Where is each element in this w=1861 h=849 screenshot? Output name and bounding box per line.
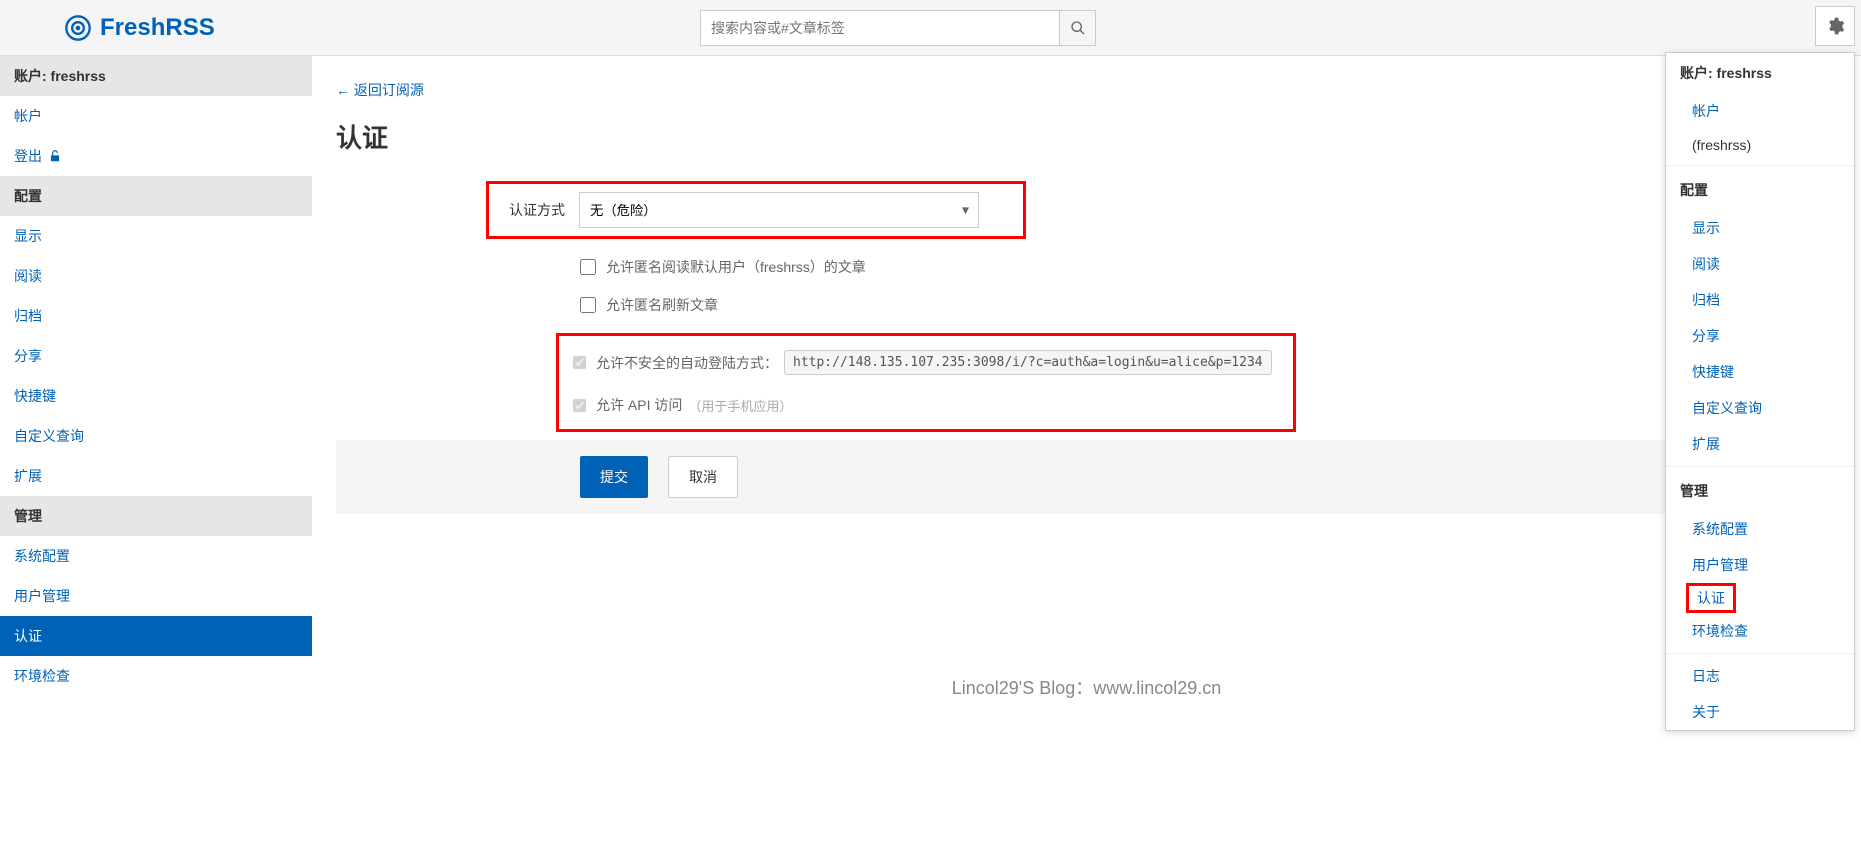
top-bar: FreshRSS: [0, 0, 1861, 56]
settings-dropdown: 账户: freshrss 帐户 (freshrss) 配置 显示 阅读 归档 分…: [1665, 52, 1855, 731]
anon-refresh-label: 允许匿名刷新文章: [606, 295, 718, 315]
dropdown-item-custom-query[interactable]: 自定义查询: [1666, 390, 1854, 426]
sidebar-item-archive[interactable]: 归档: [0, 296, 312, 336]
unsafe-login-url: http://148.135.107.235:3098/i/?c=auth&a=…: [784, 350, 1272, 375]
dropdown-item-extensions[interactable]: 扩展: [1666, 426, 1854, 462]
anon-read-checkbox[interactable]: [580, 259, 596, 275]
sidebar-item-extensions[interactable]: 扩展: [0, 456, 312, 496]
back-link[interactable]: ← 返回订阅源: [336, 80, 424, 100]
sidebar-item-reading[interactable]: 阅读: [0, 256, 312, 296]
dropdown-item-logs[interactable]: 日志: [1666, 658, 1854, 694]
logout-label: 登出: [14, 146, 42, 166]
highlight-auth-method: 认证方式 无（危险） ▾: [486, 181, 1026, 239]
anon-read-row: 允许匿名阅读默认用户（freshrss）的文章: [336, 257, 1837, 277]
dropdown-item-archive[interactable]: 归档: [1666, 282, 1854, 318]
auth-method-label: 认证方式: [499, 200, 579, 220]
api-access-label: 允许 API 访问: [596, 395, 682, 415]
sidebar-item-auth[interactable]: 认证: [0, 616, 312, 656]
dropdown-item-share[interactable]: 分享: [1666, 318, 1854, 354]
sidebar-item-account[interactable]: 帐户: [0, 96, 312, 136]
submit-button[interactable]: 提交: [580, 456, 648, 498]
watermark: Lincol29'S Blog：www.lincol29.cn: [336, 674, 1837, 700]
api-access-note: （用于手机应用）: [688, 396, 792, 415]
highlight-dropdown-auth: 认证: [1686, 583, 1736, 613]
dropdown-username: (freshrss): [1666, 129, 1854, 161]
sidebar-item-custom-query[interactable]: 自定义查询: [0, 416, 312, 456]
sidebar-config-header: 配置: [0, 176, 312, 216]
sidebar-admin-header: 管理: [0, 496, 312, 536]
dropdown-item-about[interactable]: 关于: [1666, 694, 1854, 730]
sidebar-item-display[interactable]: 显示: [0, 216, 312, 256]
sidebar-item-system-config[interactable]: 系统配置: [0, 536, 312, 576]
dropdown-config-header: 配置: [1666, 170, 1854, 210]
anon-read-label: 允许匿名阅读默认用户（freshrss）的文章: [606, 257, 866, 277]
search-icon: [1070, 20, 1086, 36]
dropdown-separator: [1666, 466, 1854, 467]
search-form: [700, 10, 1096, 46]
sidebar: 账户: freshrss 帐户 登出 配置 显示 阅读 归档 分享 快捷键 自定…: [0, 56, 312, 724]
dropdown-item-env-check[interactable]: 环境检查: [1666, 613, 1854, 649]
sidebar-item-share[interactable]: 分享: [0, 336, 312, 376]
search-button[interactable]: [1060, 10, 1096, 46]
dropdown-item-account[interactable]: 帐户: [1666, 93, 1854, 129]
lock-icon: [48, 149, 62, 163]
sidebar-item-user-manage[interactable]: 用户管理: [0, 576, 312, 616]
page-title: 认证: [336, 118, 1837, 155]
cancel-button[interactable]: 取消: [668, 456, 738, 498]
dropdown-account-header: 账户: freshrss: [1666, 53, 1854, 93]
dropdown-item-auth[interactable]: 认证: [1693, 588, 1729, 608]
unsafe-login-label: 允许不安全的自动登陆方式：: [596, 353, 778, 373]
dropdown-admin-header: 管理: [1666, 471, 1854, 511]
logo[interactable]: FreshRSS: [64, 14, 215, 42]
dropdown-item-shortcuts[interactable]: 快捷键: [1666, 354, 1854, 390]
settings-button[interactable]: [1815, 6, 1855, 46]
sidebar-item-logout[interactable]: 登出: [0, 136, 312, 176]
dropdown-separator: [1666, 653, 1854, 654]
auth-method-select[interactable]: 无（危险）: [579, 192, 979, 228]
dropdown-separator: [1666, 165, 1854, 166]
api-access-checkbox[interactable]: [573, 399, 586, 412]
auth-method-select-wrap: 无（危险） ▾: [579, 192, 979, 228]
highlight-unsafe-api: 允许不安全的自动登陆方式： http://148.135.107.235:309…: [556, 333, 1296, 432]
dropdown-item-system-config[interactable]: 系统配置: [1666, 511, 1854, 547]
dropdown-item-user-manage[interactable]: 用户管理: [1666, 547, 1854, 583]
rss-icon: [64, 14, 92, 42]
action-bar: 提交 取消: [336, 440, 1837, 514]
anon-refresh-checkbox[interactable]: [580, 297, 596, 313]
search-input[interactable]: [700, 10, 1060, 46]
sidebar-account-header: 账户: freshrss: [0, 56, 312, 96]
sidebar-item-env-check[interactable]: 环境检查: [0, 656, 312, 696]
sidebar-item-shortcuts[interactable]: 快捷键: [0, 376, 312, 416]
gear-icon: [1825, 16, 1845, 36]
anon-refresh-row: 允许匿名刷新文章: [336, 295, 1837, 315]
dropdown-item-reading[interactable]: 阅读: [1666, 246, 1854, 282]
unsafe-login-checkbox[interactable]: [573, 356, 586, 369]
app-name: FreshRSS: [100, 14, 215, 42]
main-content: ← 返回订阅源 认证 认证方式 无（危险） ▾ 允许匿名阅读默认用户（fresh…: [312, 56, 1861, 724]
dropdown-item-display[interactable]: 显示: [1666, 210, 1854, 246]
